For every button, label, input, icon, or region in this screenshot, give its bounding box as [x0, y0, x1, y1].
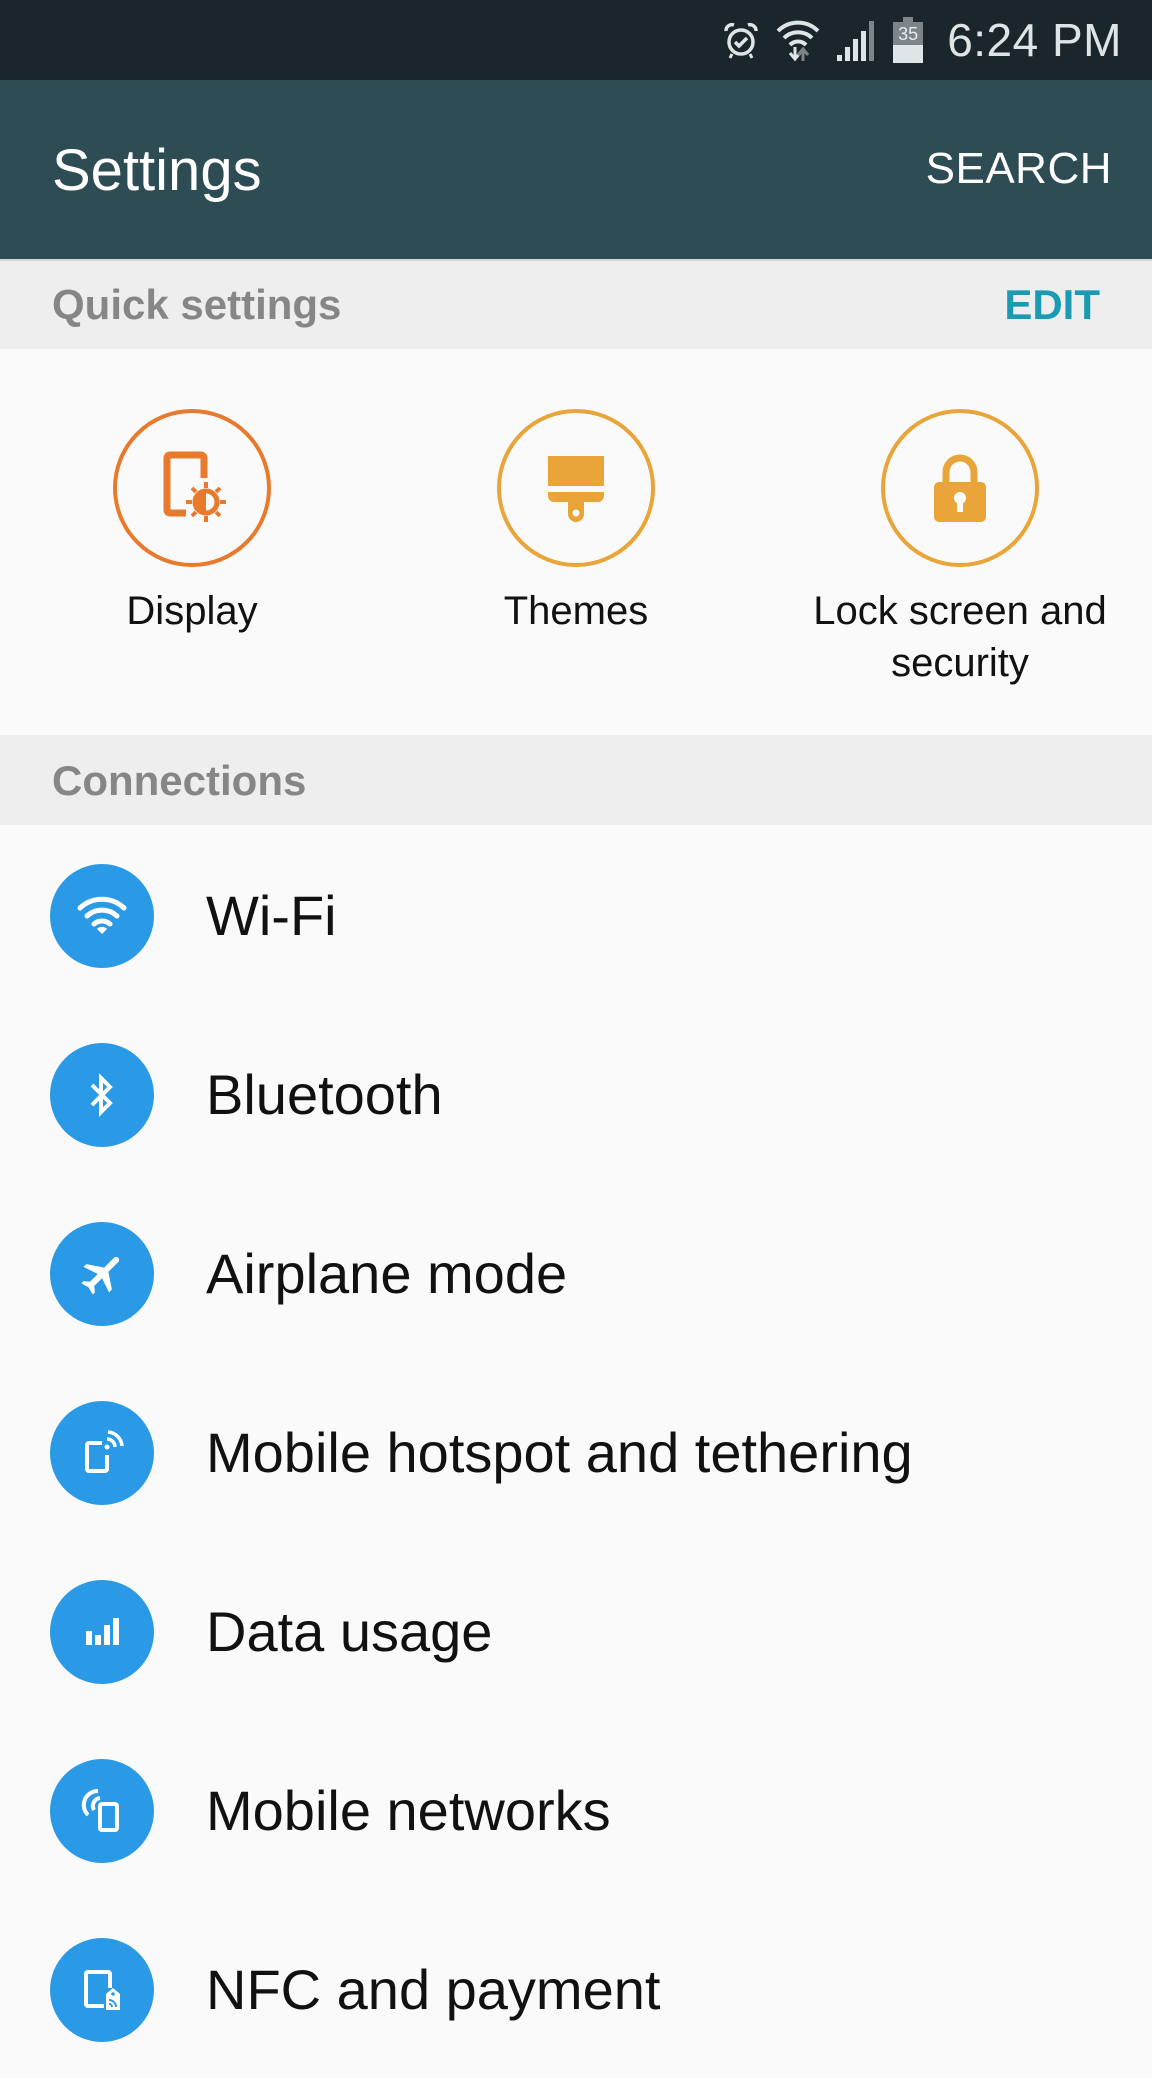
list-item-mobile-hotspot[interactable]: Mobile hotspot and tethering — [0, 1362, 1152, 1541]
display-icon — [113, 409, 271, 567]
quick-setting-label: Display — [126, 589, 258, 633]
status-bar: 35 6:24 PM — [0, 0, 1152, 80]
quick-settings-panel: Display Themes Lock screen and security — [0, 349, 1152, 735]
connections-title: Connections — [52, 757, 307, 804]
list-item-label: Data usage — [206, 1600, 493, 1663]
quick-setting-display[interactable]: Display — [0, 349, 384, 735]
lock-icon — [881, 409, 1039, 567]
mobile-networks-icon — [50, 1759, 154, 1863]
quick-settings-header: Quick settings EDIT — [0, 259, 1152, 349]
quick-setting-themes[interactable]: Themes — [384, 349, 768, 735]
list-item-wifi[interactable]: Wi-Fi — [0, 825, 1152, 1004]
list-item-label: NFC and payment — [206, 1958, 661, 2021]
alarm-icon — [721, 20, 761, 60]
list-item-mobile-networks[interactable]: Mobile networks — [0, 1720, 1152, 1899]
list-item-data-usage[interactable]: Data usage — [0, 1541, 1152, 1720]
quick-setting-lock-screen[interactable]: Lock screen and security — [768, 349, 1152, 735]
paintbrush-icon — [497, 409, 655, 567]
quick-setting-label: Themes — [503, 589, 649, 633]
hotspot-icon — [50, 1401, 154, 1505]
list-item-label: Wi-Fi — [206, 884, 337, 947]
airplane-icon — [50, 1222, 154, 1326]
status-time: 6:24 PM — [947, 14, 1122, 66]
battery-icon: 35 — [893, 17, 924, 63]
edit-button[interactable]: EDIT — [1004, 281, 1100, 329]
connections-header: Connections — [0, 735, 1152, 825]
list-item-bluetooth[interactable]: Bluetooth — [0, 1004, 1152, 1183]
quick-setting-label: Lock screen and security — [813, 589, 1107, 685]
list-item-label: Mobile networks — [206, 1779, 611, 1842]
nfc-payment-icon — [50, 1938, 154, 2042]
bluetooth-icon — [50, 1043, 154, 1147]
list-item-nfc-payment[interactable]: NFC and payment — [0, 1899, 1152, 2078]
list-item-label: Airplane mode — [206, 1242, 568, 1305]
page-title: Settings — [52, 138, 262, 203]
battery-level: 35 — [898, 24, 919, 44]
quick-settings-title: Quick settings — [52, 281, 342, 328]
list-item-label: Mobile hotspot and tethering — [206, 1421, 913, 1484]
wifi-data-icon — [775, 17, 821, 63]
data-usage-icon — [50, 1580, 154, 1684]
search-button[interactable]: SEARCH — [926, 144, 1112, 194]
app-bar: Settings SEARCH — [0, 80, 1152, 259]
list-item-label: Bluetooth — [206, 1063, 443, 1126]
wifi-icon — [50, 864, 154, 968]
signal-icon — [835, 17, 879, 63]
list-item-airplane-mode[interactable]: Airplane mode — [0, 1183, 1152, 1362]
connections-list: Wi-Fi Bluetooth Airplane mode Mobile hot… — [0, 825, 1152, 2078]
